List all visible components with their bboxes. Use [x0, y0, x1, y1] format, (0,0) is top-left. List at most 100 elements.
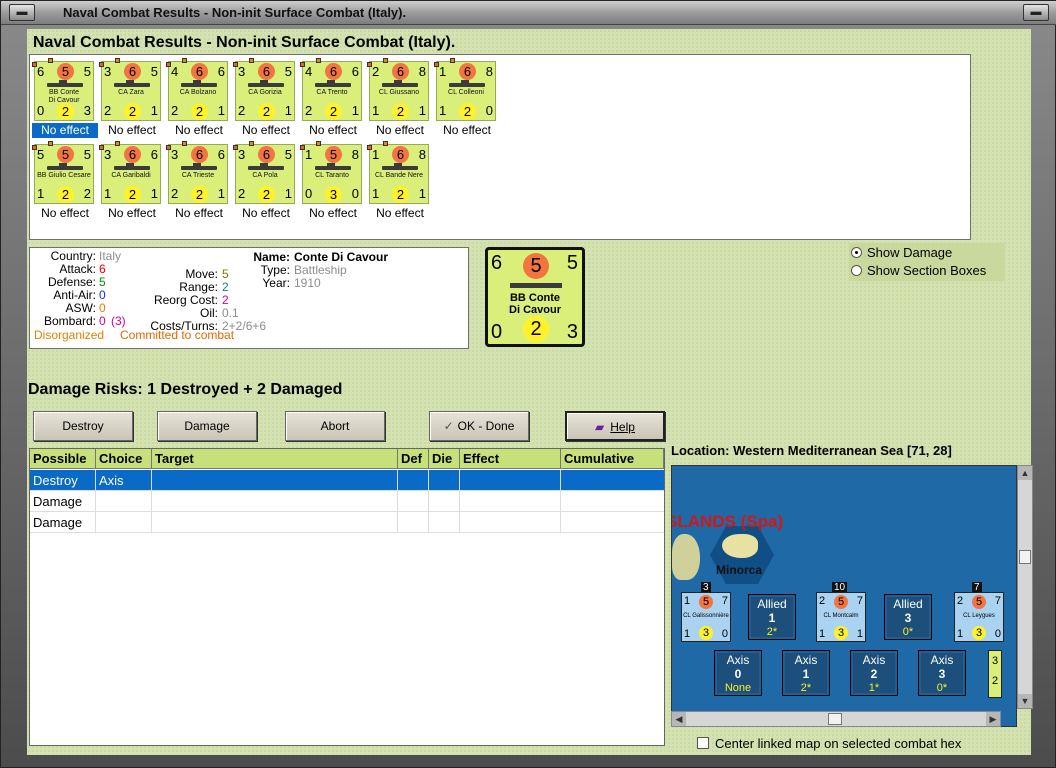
col-choice[interactable]: Choice — [96, 449, 152, 469]
ship-icon — [114, 163, 150, 170]
counter-attack: 1 — [372, 147, 380, 162]
box-sub: 2* — [800, 682, 812, 694]
ship-counter: 3 6 5 CA Zara 2 2 1 — [99, 58, 161, 121]
ship-unit[interactable]: 3 6 5 CA Pola 2 2 1 No effect — [233, 141, 299, 226]
counter-range: 2 — [191, 186, 208, 203]
counter-asw: 0 — [721, 628, 728, 640]
col-target[interactable]: Target — [152, 449, 398, 469]
dialog-client: Naval Combat Results - Non-init Surface … — [27, 29, 1033, 755]
counter-antiair: 1 — [37, 186, 45, 201]
ship-icon — [248, 80, 284, 87]
destroy-button[interactable]: Destroy — [33, 411, 133, 441]
help-button[interactable]: ▰ Help — [565, 411, 665, 441]
ship-unit[interactable]: 4 6 6 CA Bolzano 2 2 1 No effect — [166, 58, 232, 143]
counter-defense: 6 — [258, 63, 275, 80]
status-marker-icon — [48, 58, 53, 63]
table-row[interactable]: Damage — [30, 491, 664, 512]
counter-move: 8 — [418, 64, 426, 79]
edge-counter[interactable]: 3 2 — [988, 650, 1002, 698]
table-row[interactable]: Damage — [30, 512, 664, 533]
map-unit-counter[interactable]: 1 5 7 CL Galissonnière 1 3 0 — [681, 592, 731, 642]
col-def[interactable]: Def — [398, 449, 429, 469]
counter-asw: 1 — [418, 103, 426, 118]
scroll-left-icon[interactable]: ◀ — [672, 712, 686, 726]
map-unit-counter[interactable]: 2 5 7 CL Montcalm 1 3 1 — [816, 592, 866, 642]
ship-name: CA Trieste — [169, 172, 227, 180]
ship-name-line1: CL Colleoni — [448, 89, 484, 96]
counter-asw: 0 — [994, 628, 1001, 640]
axis-section-box[interactable]: Axis 0 None — [714, 650, 762, 696]
ship-unit[interactable]: 1 6 8 CL Bande Nere 1 2 1 No effect — [367, 141, 433, 226]
ship-unit[interactable]: 1 5 8 CL Taranto 0 3 0 No effect — [300, 141, 366, 226]
map-horizontal-scrollbar[interactable]: ◀ ▶ — [671, 711, 1001, 727]
table-row[interactable]: Destroy Axis — [30, 470, 664, 491]
ship-unit[interactable]: 3 6 6 CA Trieste 2 2 1 No effect — [166, 141, 232, 226]
col-possible[interactable]: Possible — [30, 449, 96, 469]
counter-defense: 6 — [124, 146, 141, 163]
counter-asw: 1 — [150, 103, 158, 118]
ship-icon — [248, 163, 284, 170]
status-marker-icon — [115, 58, 120, 63]
show-damage-label: Show Damage — [867, 245, 953, 260]
ship-unit[interactable]: 2 6 8 CL Giussano 1 2 1 No effect — [367, 58, 433, 143]
box-label: Axis — [862, 653, 886, 667]
cell-die — [429, 470, 460, 491]
ship-counter: 4 6 6 CA Bolzano 2 2 1 — [166, 58, 228, 121]
counter-asw: 0 — [485, 103, 493, 118]
ship-icon — [181, 163, 217, 170]
ship-name: CA Gorizia — [236, 89, 294, 97]
ship-unit[interactable]: 3 6 6 CA Garibaldi 1 2 1 No effect — [99, 141, 165, 226]
scroll-down-icon[interactable]: ▼ — [1018, 694, 1032, 708]
ship-unit[interactable]: 4 6 6 CA Trento 2 2 1 No effect — [300, 58, 366, 143]
axis-box-inner: Axis 3 0* — [921, 653, 963, 694]
ship-counter: 3 6 6 CA Trieste 2 2 1 — [166, 141, 228, 204]
ship-effect-label: No effect — [108, 206, 156, 220]
damage-button[interactable]: Damage — [157, 411, 257, 441]
scroll-thumb[interactable] — [828, 713, 842, 725]
ship-unit[interactable]: 5 5 5 BB Giulio Cesare 1 2 2 No effect — [32, 141, 98, 226]
counter-move: 5 — [83, 147, 91, 162]
minimize-button[interactable]: ▬ — [1023, 4, 1049, 21]
counter-defense: 5 — [325, 146, 342, 163]
system-menu-button[interactable]: ▬ — [9, 4, 35, 21]
ship-unit[interactable]: 3 6 5 CA Gorizia 2 2 1 No effect — [233, 58, 299, 143]
center-map-checkbox[interactable]: Center linked map on selected combat hex — [697, 736, 961, 751]
scroll-up-icon[interactable]: ▲ — [1018, 466, 1032, 480]
col-die[interactable]: Die — [429, 449, 460, 469]
axis-section-box[interactable]: Axis 1 2* — [782, 650, 830, 696]
ship-unit[interactable]: 3 6 5 CA Zara 2 2 1 No effect — [99, 58, 165, 143]
counter-move: 8 — [485, 64, 493, 79]
counter-move: 5 — [284, 147, 292, 162]
counter-range: 2 — [57, 103, 74, 120]
box-number: 2 — [870, 667, 878, 681]
counter-asw: 3 — [83, 103, 91, 118]
linked-map[interactable]: SLANDS (Spa) Minorca 3 1 5 7 CL Galisson… — [671, 465, 1017, 727]
title-bar[interactable]: ▬ Naval Combat Results - Non-init Surfac… — [1, 1, 1056, 25]
counter-move: 8 — [418, 147, 426, 162]
axis-section-box[interactable]: Axis 3 0* — [918, 650, 966, 696]
counter-move: 7 — [721, 595, 728, 607]
col-cumulative[interactable]: Cumulative — [561, 449, 664, 469]
map-vertical-scrollbar[interactable]: ▲ ▼ — [1017, 465, 1033, 709]
abort-button[interactable]: Abort — [285, 411, 385, 441]
show-section-boxes-radio[interactable]: Show Section Boxes — [851, 263, 986, 278]
ship-unit[interactable]: 1 6 8 CL Colleoni 1 2 0 No effect — [434, 58, 500, 143]
ship-icon — [315, 163, 351, 170]
counter-asw: 3 — [566, 321, 578, 343]
box-label: Axis — [726, 653, 750, 667]
scroll-thumb[interactable] — [1019, 550, 1031, 564]
show-damage-radio[interactable]: Show Damage — [851, 245, 952, 260]
ok-done-button[interactable]: ✓ OK - Done — [429, 411, 529, 441]
map-unit-counter[interactable]: 2 5 7 CL Leygues 1 3 0 — [954, 592, 1004, 642]
allied-section-box[interactable]: Allied 3 0* — [884, 594, 932, 640]
ship-unit[interactable]: 6 5 5 BB Conte Di Cavour 0 2 3 No effect — [32, 58, 98, 143]
col-effect[interactable]: Effect — [460, 449, 561, 469]
scroll-right-icon[interactable]: ▶ — [986, 712, 1000, 726]
allied-section-box[interactable]: Allied 1 2* — [748, 594, 796, 640]
ship-effect-label: No effect — [376, 206, 424, 220]
ship-name-line1: BB Conte — [49, 89, 79, 96]
ship-icon — [382, 163, 418, 170]
counter-asw: 1 — [284, 103, 292, 118]
axis-section-box[interactable]: Axis 2 1* — [850, 650, 898, 696]
ship-name-line1: CA Gorizia — [248, 89, 282, 96]
